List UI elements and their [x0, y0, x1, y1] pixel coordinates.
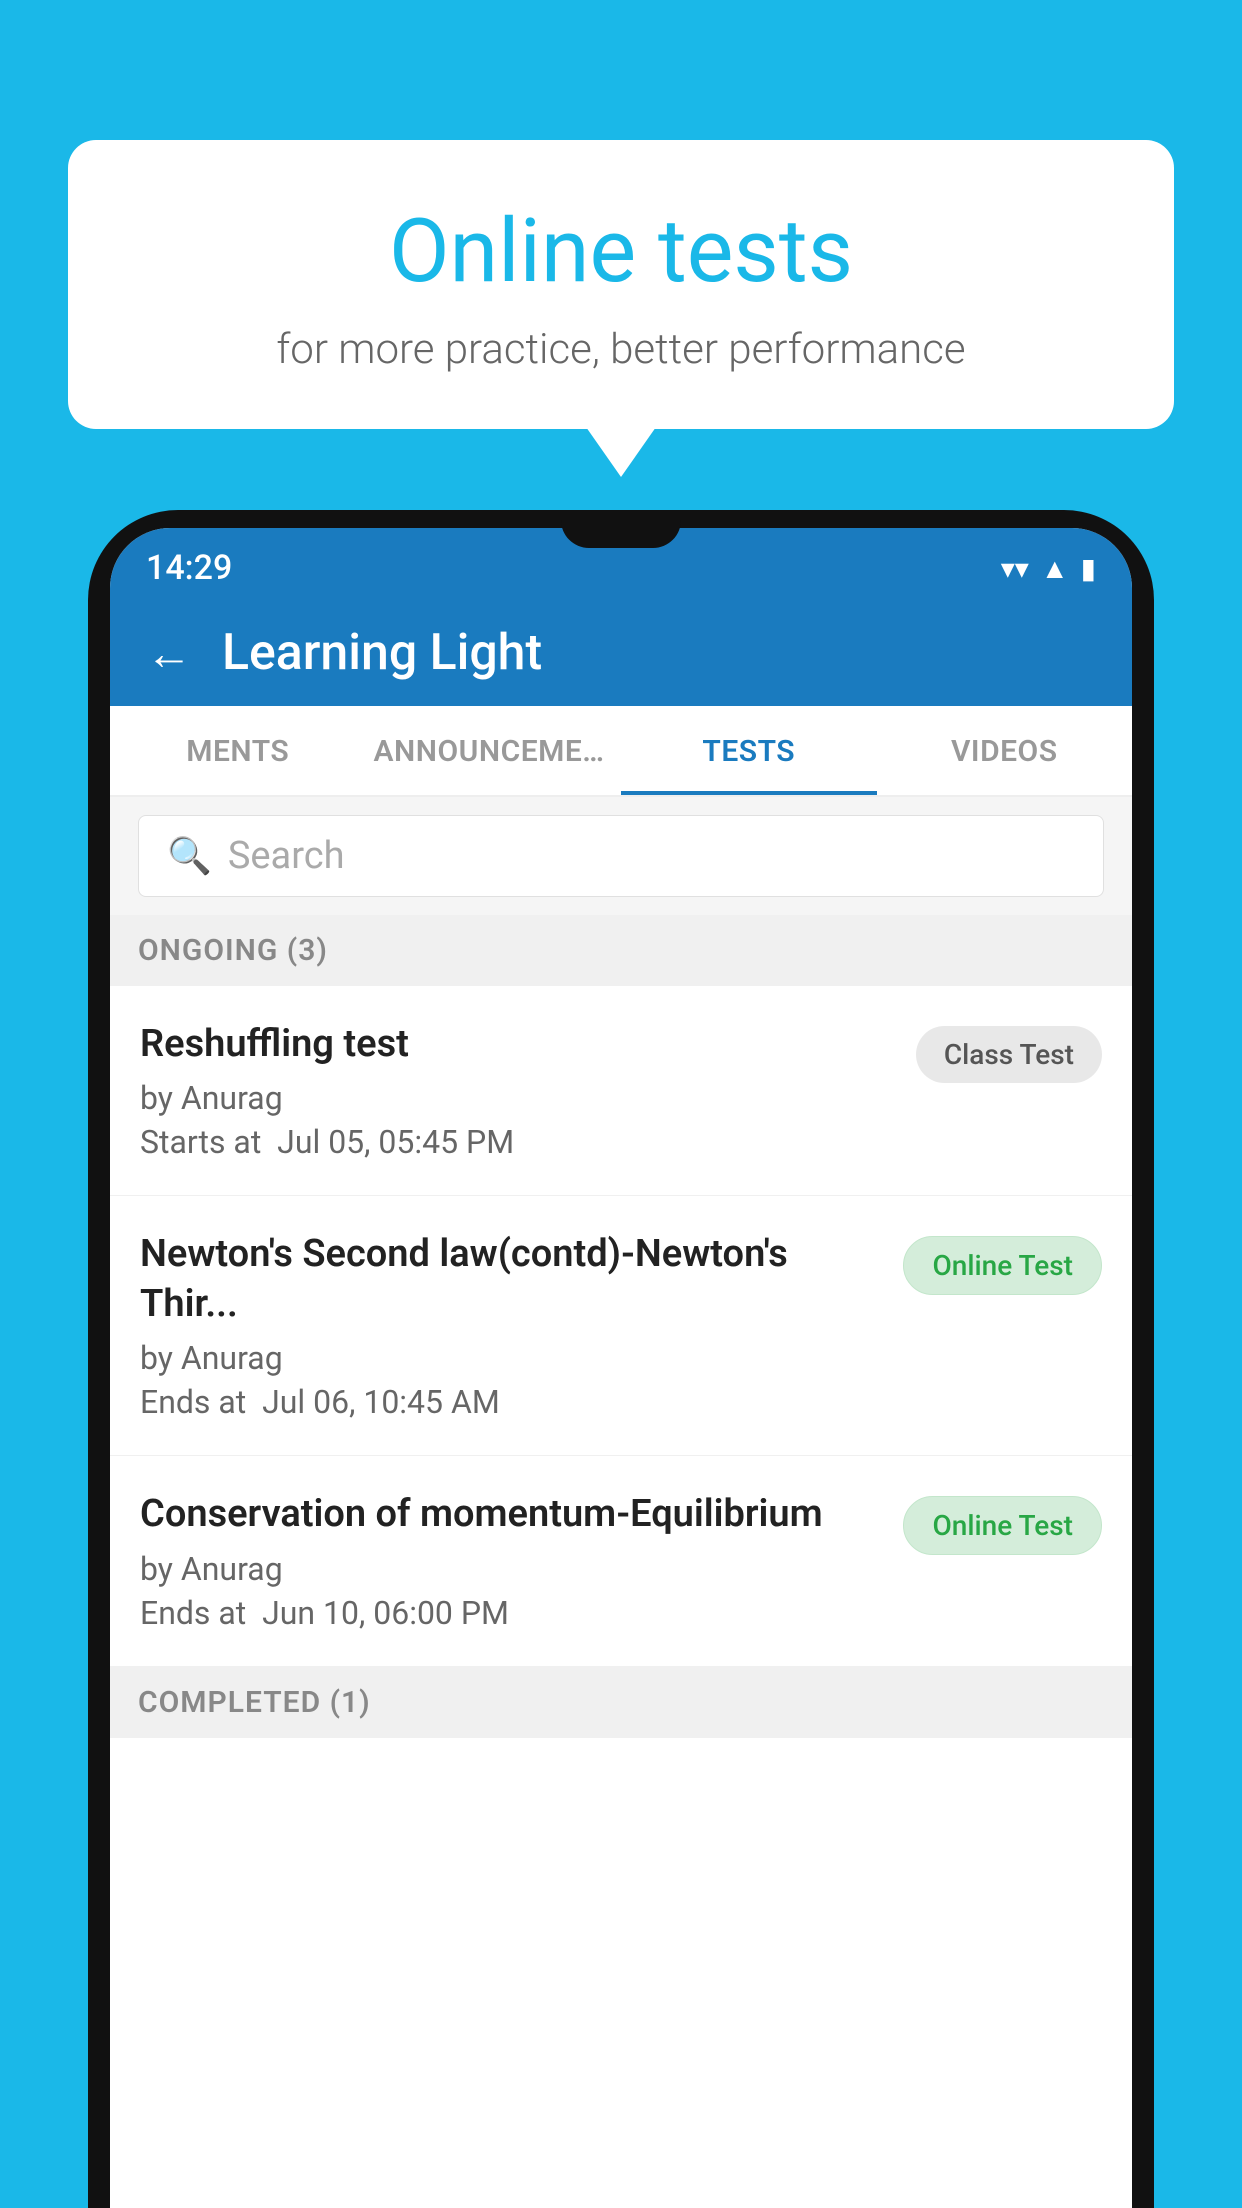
test-badge-1: Class Test [916, 1026, 1102, 1083]
test-date-1: Starts at Jul 05, 05:45 PM [140, 1123, 896, 1161]
test-info-3: Conservation of momentum-Equilibrium by … [140, 1490, 883, 1631]
tabs-bar: MENTS ANNOUNCEMENTS TESTS VIDEOS [110, 706, 1132, 797]
test-info-2: Newton's Second law(contd)-Newton's Thir… [140, 1230, 883, 1421]
test-author-1: by Anurag [140, 1079, 896, 1117]
test-date-3: Ends at Jun 10, 06:00 PM [140, 1594, 883, 1632]
tab-ments[interactable]: MENTS [110, 706, 366, 795]
search-container: 🔍 Search [110, 797, 1132, 915]
test-author-2: by Anurag [140, 1339, 883, 1377]
test-author-3: by Anurag [140, 1550, 883, 1588]
test-item-3[interactable]: Conservation of momentum-Equilibrium by … [110, 1456, 1132, 1666]
tab-announcements[interactable]: ANNOUNCEMENTS [366, 706, 622, 795]
tab-videos[interactable]: VIDEOS [877, 706, 1133, 795]
phone-notch [561, 510, 681, 548]
search-icon: 🔍 [167, 835, 212, 877]
ongoing-section-header: ONGOING (3) [110, 915, 1132, 986]
test-badge-3: Online Test [903, 1496, 1102, 1555]
status-icons: ▾▾ ▲ ▮ [1001, 552, 1096, 585]
test-date-2: Ends at Jul 06, 10:45 AM [140, 1383, 883, 1421]
wifi-icon: ▾▾ [1001, 552, 1029, 585]
speech-bubble: Online tests for more practice, better p… [68, 140, 1174, 429]
app-title: Learning Light [222, 624, 542, 682]
completed-section-header: COMPLETED (1) [110, 1667, 1132, 1738]
battery-icon: ▮ [1081, 552, 1096, 585]
test-badge-2: Online Test [903, 1236, 1102, 1295]
test-name-1: Reshuffling test [140, 1020, 896, 1069]
signal-icon: ▲ [1041, 552, 1069, 585]
bubble-title: Online tests [118, 200, 1124, 303]
search-input-wrapper[interactable]: 🔍 Search [138, 815, 1104, 897]
test-list: Reshuffling test by Anurag Starts at Jul… [110, 986, 1132, 2208]
phone-screen: 14:29 ▾▾ ▲ ▮ ← Learning Light MENTS ANNO… [110, 528, 1132, 2208]
tab-tests[interactable]: TESTS [621, 706, 877, 795]
phone-frame: 14:29 ▾▾ ▲ ▮ ← Learning Light MENTS ANNO… [88, 510, 1154, 2208]
test-name-3: Conservation of momentum-Equilibrium [140, 1490, 883, 1539]
test-name-2: Newton's Second law(contd)-Newton's Thir… [140, 1230, 883, 1329]
app-bar: ← Learning Light [110, 600, 1132, 706]
test-item-2[interactable]: Newton's Second law(contd)-Newton's Thir… [110, 1196, 1132, 1456]
search-placeholder: Search [228, 834, 345, 878]
status-time: 14:29 [146, 548, 232, 588]
bubble-subtitle: for more practice, better performance [118, 325, 1124, 374]
back-button[interactable]: ← [146, 626, 192, 681]
test-info-1: Reshuffling test by Anurag Starts at Jul… [140, 1020, 896, 1161]
test-item-1[interactable]: Reshuffling test by Anurag Starts at Jul… [110, 986, 1132, 1196]
